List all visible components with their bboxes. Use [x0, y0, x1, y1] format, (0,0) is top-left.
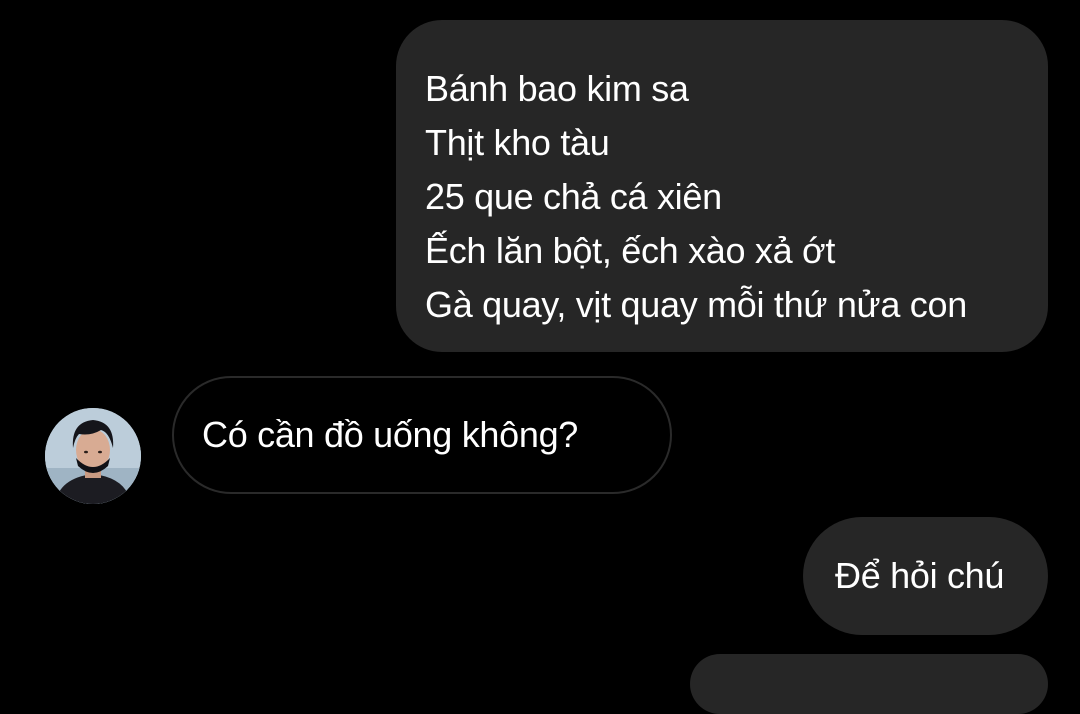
message-line: 25 que chả cá xiên — [425, 176, 722, 217]
message-line: Ếch lăn bột, ếch xào xả ớt — [425, 230, 836, 271]
message-line: Gà quay, vịt quay mỗi thứ nửa con — [425, 284, 967, 325]
outgoing-message-bubble[interactable] — [690, 654, 1048, 714]
message-line: Thịt kho tàu — [425, 122, 610, 163]
incoming-message-bubble[interactable]: Có cần đồ uống không? — [172, 376, 672, 494]
avatar[interactable] — [45, 408, 141, 504]
outgoing-message-bubble[interactable]: Bánh bao kim sa Thịt kho tàu 25 que chả … — [396, 20, 1048, 352]
message-text: Có cần đồ uống không? — [202, 414, 579, 455]
message-line: Bánh bao kim sa — [425, 68, 689, 109]
outgoing-message-bubble[interactable]: Để hỏi chú — [803, 517, 1048, 635]
profile-photo-icon — [45, 408, 141, 504]
message-text: Để hỏi chú — [835, 555, 1005, 596]
